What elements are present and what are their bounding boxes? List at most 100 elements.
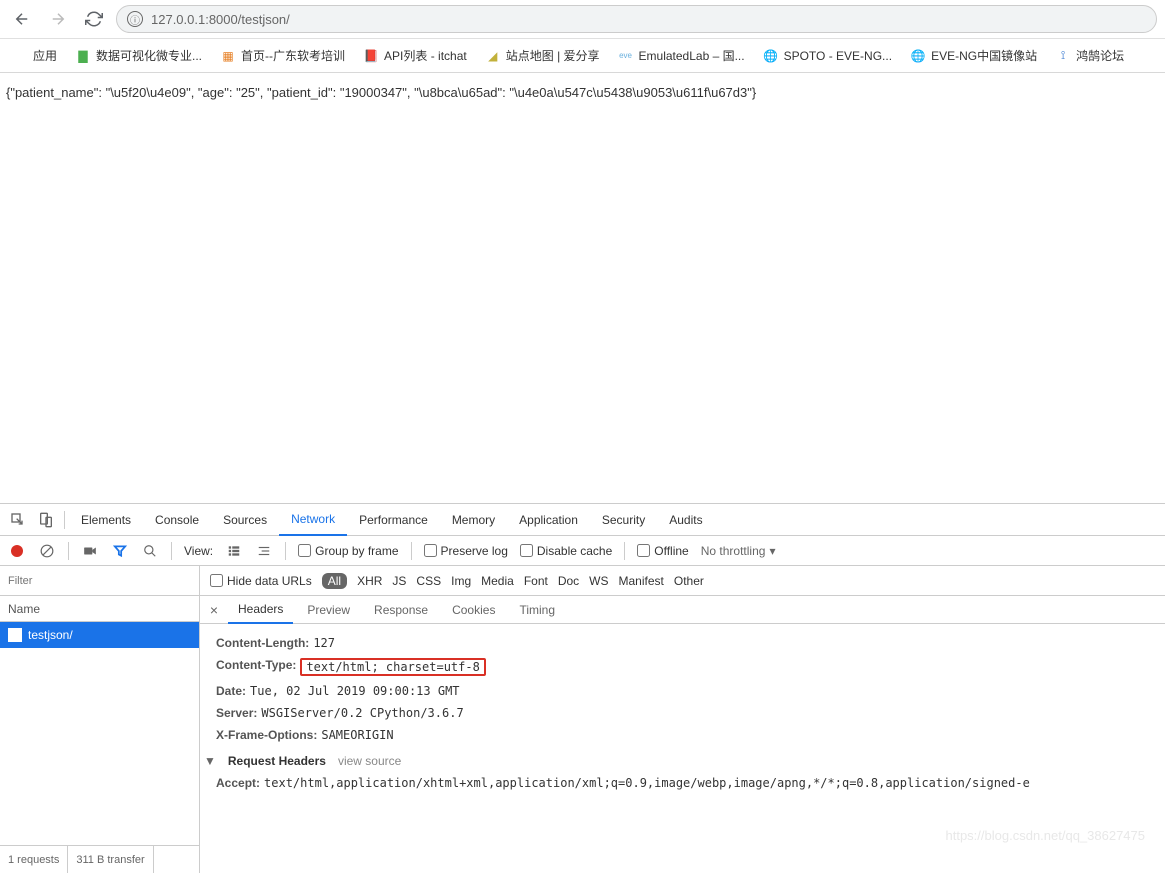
browser-toolbar: ⓘ 127.0.0.1:8000/testjson/ <box>0 0 1165 39</box>
back-button[interactable] <box>8 5 36 33</box>
detail-tab-headers[interactable]: Headers <box>228 596 293 624</box>
tab-application[interactable]: Application <box>507 504 590 536</box>
bookmark-item[interactable]: 🌐 SPOTO - EVE-NG... <box>763 48 892 64</box>
filter-type-all[interactable]: All <box>322 573 347 589</box>
filter-type-css[interactable]: CSS <box>416 574 441 588</box>
detail-tab-timing[interactable]: Timing <box>509 596 565 624</box>
filter-type-doc[interactable]: Doc <box>558 574 579 588</box>
header-value: WSGIServer/0.2 CPython/3.6.7 <box>261 706 463 720</box>
header-key: Content-Type: <box>216 658 296 676</box>
bookmark-item[interactable]: 📕 API列表 - itchat <box>363 47 467 64</box>
reload-button[interactable] <box>80 5 108 33</box>
offline-checkbox[interactable]: Offline <box>637 544 688 558</box>
view-source-link[interactable]: view source <box>338 754 401 768</box>
detail-tab-response[interactable]: Response <box>364 596 438 624</box>
close-icon: × <box>210 602 218 618</box>
separator <box>68 542 69 560</box>
bookmark-label: SPOTO - EVE-NG... <box>784 49 892 63</box>
hide-urls-checkbox[interactable]: Hide data URLs <box>210 574 312 588</box>
filter-type-ws[interactable]: WS <box>589 574 608 588</box>
apps-button[interactable]: 应用 <box>12 47 57 64</box>
bookmark-label: 鸿鹄论坛 <box>1076 47 1124 64</box>
tab-console[interactable]: Console <box>143 504 211 536</box>
detail-tab-cookies[interactable]: Cookies <box>442 596 505 624</box>
forward-button[interactable] <box>44 5 72 33</box>
globe-icon: 🌐 <box>910 48 926 64</box>
header-value: 127 <box>313 636 335 650</box>
book-icon: 📕 <box>363 48 379 64</box>
filter-type-xhr[interactable]: XHR <box>357 574 382 588</box>
headers-panel: Content-Length: 127 Content-Type: text/h… <box>200 624 1165 873</box>
bookmark-label: API列表 - itchat <box>384 47 467 64</box>
requests-count: 1 requests <box>0 846 68 873</box>
bookmark-label: EVE-NG中国镜像站 <box>931 47 1037 64</box>
preserve-log-checkbox[interactable]: Preserve log <box>424 544 508 558</box>
tab-sources[interactable]: Sources <box>211 504 279 536</box>
detail-tab-preview[interactable]: Preview <box>297 596 360 624</box>
devtools-tabs: Elements Console Sources Network Perform… <box>0 504 1165 536</box>
arrow-right-icon <box>49 10 67 28</box>
filter-type-manifest[interactable]: Manifest <box>619 574 664 588</box>
rows-icon <box>257 544 271 558</box>
header-value: Tue, 02 Jul 2019 09:00:13 GMT <box>250 684 460 698</box>
list-view-button[interactable] <box>225 542 243 560</box>
map-icon: ◢ <box>485 48 501 64</box>
bird-icon: ⟟ <box>1055 48 1071 64</box>
header-row: Server: WSGIServer/0.2 CPython/3.6.7 <box>216 702 1149 724</box>
network-toolbar: View: Group by frame Preserve log Disabl… <box>0 536 1165 566</box>
filter-button[interactable] <box>111 542 129 560</box>
name-column-header[interactable]: Name <box>0 596 199 622</box>
tab-performance[interactable]: Performance <box>347 504 440 536</box>
camera-button[interactable] <box>81 542 99 560</box>
close-detail-button[interactable]: × <box>204 602 224 618</box>
header-value-highlighted: text/html; charset=utf-8 <box>300 658 485 676</box>
filter-type-font[interactable]: Font <box>524 574 548 588</box>
device-icon[interactable] <box>32 506 60 534</box>
tab-memory[interactable]: Memory <box>440 504 507 536</box>
apps-icon <box>12 48 28 64</box>
disable-cache-checkbox[interactable]: Disable cache <box>520 544 612 558</box>
filter-type-img[interactable]: Img <box>451 574 471 588</box>
camera-icon <box>82 544 98 558</box>
bookmark-item[interactable]: ⟟ 鸿鹄论坛 <box>1055 47 1124 64</box>
header-row: X-Frame-Options: SAMEORIGIN <box>216 724 1149 746</box>
search-button[interactable] <box>141 542 159 560</box>
group-by-frame-checkbox[interactable]: Group by frame <box>298 544 398 558</box>
header-key: Accept: <box>216 776 260 790</box>
clear-button[interactable] <box>38 542 56 560</box>
tab-audits[interactable]: Audits <box>657 504 714 536</box>
detail-tabs: × Headers Preview Response Cookies Timin… <box>200 596 1165 624</box>
bookmark-item[interactable]: eve EmulatedLab – 国... <box>618 47 745 64</box>
bookmark-label: 应用 <box>33 47 57 64</box>
bookmark-item[interactable]: ▦ 首页--广东软考培训 <box>220 47 345 64</box>
collapse-icon: ▼ <box>204 754 216 768</box>
filter-type-other[interactable]: Other <box>674 574 704 588</box>
separator <box>624 542 625 560</box>
tab-network[interactable]: Network <box>279 504 347 536</box>
inspect-icon[interactable] <box>4 506 32 534</box>
request-headers-section[interactable]: ▼ Request Headers view source <box>204 746 1149 772</box>
url-bar[interactable]: ⓘ 127.0.0.1:8000/testjson/ <box>116 5 1157 33</box>
filter-type-media[interactable]: Media <box>481 574 514 588</box>
bookmark-item[interactable]: ▇ 数据可视化微专业... <box>75 47 202 64</box>
eve-icon: eve <box>618 48 634 64</box>
throttling-select[interactable]: No throttling ▾ <box>701 544 776 558</box>
tab-elements[interactable]: Elements <box>69 504 143 536</box>
request-item[interactable]: testjson/ <box>0 622 199 648</box>
record-button[interactable] <box>8 542 26 560</box>
filter-type-js[interactable]: JS <box>392 574 406 588</box>
header-row: Date: Tue, 02 Jul 2019 09:00:13 GMT <box>216 680 1149 702</box>
section-title: Request Headers <box>228 754 326 768</box>
bookmark-item[interactable]: 🌐 EVE-NG中国镜像站 <box>910 47 1037 64</box>
bookmark-item[interactable]: ◢ 站点地图 | 爱分享 <box>485 47 600 64</box>
tab-security[interactable]: Security <box>590 504 657 536</box>
bookmark-label: 首页--广东软考培训 <box>241 47 345 64</box>
filter-input[interactable] <box>0 566 200 595</box>
filter-icon <box>113 544 127 558</box>
large-rows-button[interactable] <box>255 542 273 560</box>
record-icon <box>11 545 23 557</box>
header-row: Content-Type: text/html; charset=utf-8 <box>216 654 1149 680</box>
page-icon: ▦ <box>220 48 236 64</box>
status-bar: 1 requests 311 B transfer <box>0 845 199 873</box>
header-row: Accept: text/html,application/xhtml+xml,… <box>216 772 1149 794</box>
